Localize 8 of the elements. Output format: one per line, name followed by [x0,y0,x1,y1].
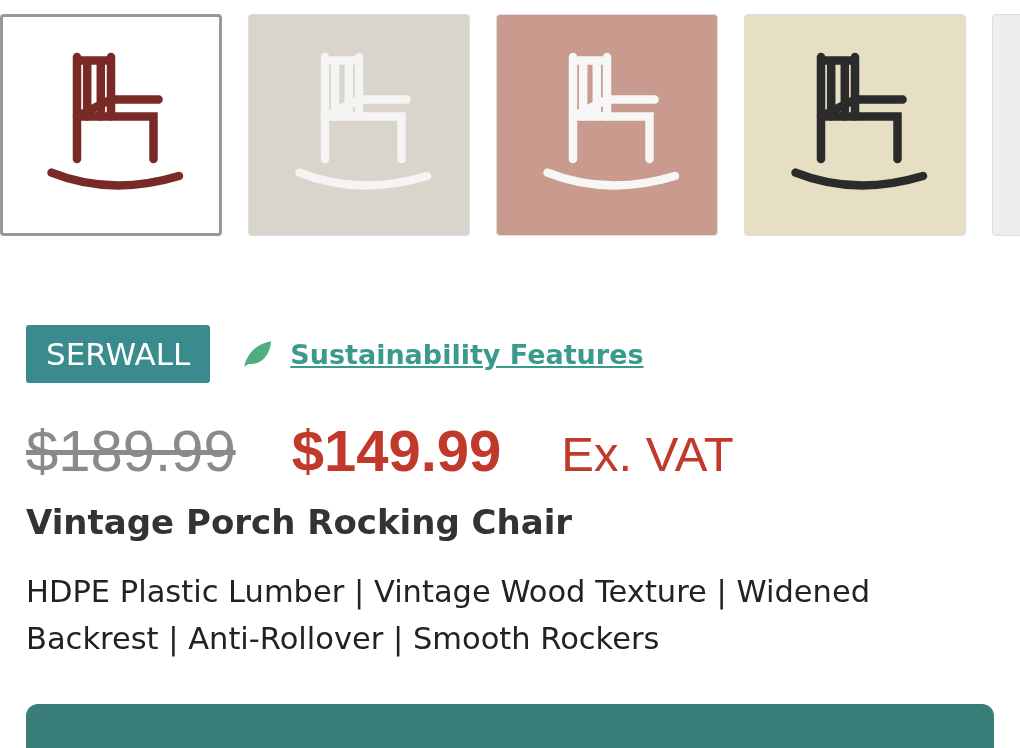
product-title: Vintage Porch Rocking Chair [26,502,574,542]
sale-price: $149.99 [291,417,502,484]
sustainability-link[interactable]: Sustainability Features [290,338,644,370]
product-thumbnail[interactable] [0,14,222,236]
product-description: HDPE Plastic Lumber | Vintage Wood Texture | Widened Backrest | Anti-Rollover | Smooth Rockers [26,573,872,659]
original-price: $189.99 [26,417,236,484]
brand-badge[interactable]: SERWALL [26,325,211,383]
tax-note: Ex. VAT [561,426,734,482]
